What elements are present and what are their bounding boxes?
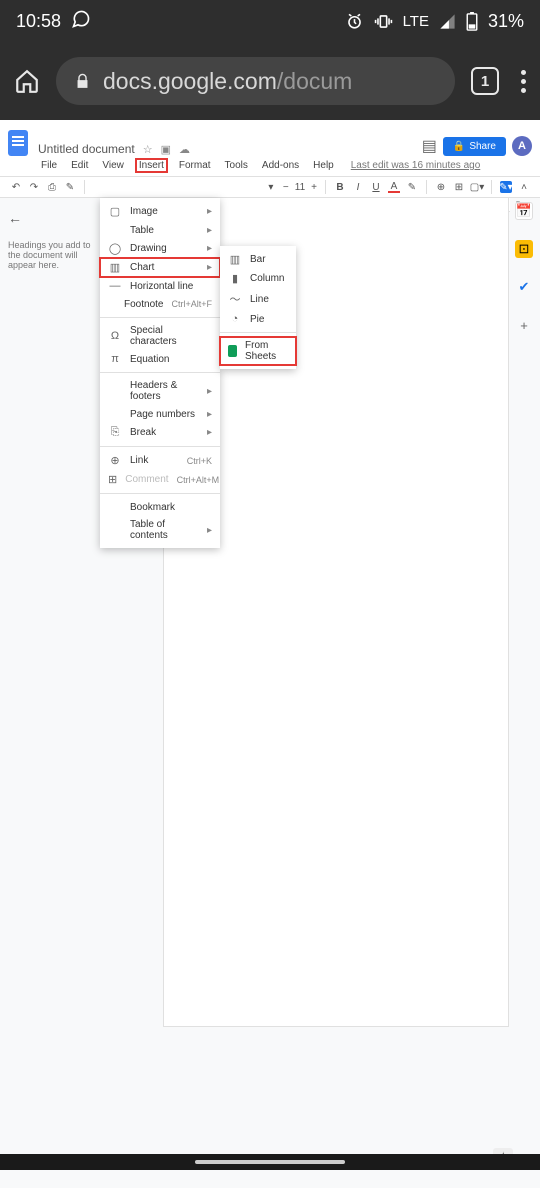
whatsapp-icon (71, 9, 91, 34)
vibrate-icon (374, 12, 393, 31)
lock-icon (74, 73, 91, 90)
android-navbar (0, 1154, 540, 1170)
outline-hint: Headings you add to the document will ap… (8, 240, 92, 270)
undo-icon[interactable]: ↶ (10, 181, 22, 193)
outline-back-icon[interactable]: ← (8, 210, 92, 226)
chrome-menu-icon[interactable] (521, 70, 526, 93)
chart-pie[interactable]: ◔Pie (220, 310, 296, 328)
print-icon[interactable]: ⎙ (46, 181, 58, 193)
insert-break[interactable]: ⎘Break▸ (100, 423, 220, 442)
textcolor-icon[interactable]: A (388, 181, 400, 193)
lock-small-icon: 🔒 (453, 141, 465, 152)
chart-column[interactable]: ▮Column (220, 269, 296, 288)
tabs-button[interactable]: 1 (471, 67, 499, 95)
insert-link[interactable]: ⊕LinkCtrl+K (100, 451, 220, 470)
signal-icon (439, 13, 456, 30)
link-icon[interactable]: ⊕ (435, 181, 447, 193)
doc-title[interactable]: Untitled document (38, 142, 135, 156)
menu-file[interactable]: File (38, 159, 60, 172)
android-statusbar: 10:58 LTE 31% (0, 0, 540, 42)
redo-icon[interactable]: ↷ (28, 181, 40, 193)
docs-logo-icon[interactable] (8, 130, 28, 156)
menu-tools[interactable]: Tools (222, 159, 251, 172)
italic-icon[interactable]: I (352, 181, 364, 193)
add-addon-icon[interactable]: + (515, 316, 533, 334)
insert-comment[interactable]: ⊞CommentCtrl+Alt+M (100, 470, 220, 489)
alarm-icon (345, 12, 364, 31)
chart-from-sheets[interactable]: From Sheets (220, 337, 296, 365)
url-field[interactable]: docs.google.com/docum (56, 57, 455, 105)
last-edit[interactable]: Last edit was 16 minutes ago (351, 160, 481, 171)
insert-image[interactable]: ▢Image▸ (100, 202, 220, 221)
zoom-dropdown[interactable]: ▾ (265, 181, 277, 193)
highlight-icon[interactable]: ✎ (406, 181, 418, 193)
tasks-icon[interactable]: ✔ (515, 278, 533, 296)
collapse-toolbar-icon[interactable]: ˄ (518, 181, 530, 193)
menu-format[interactable]: Format (176, 159, 214, 172)
insert-footnote[interactable]: FootnoteCtrl+Alt+F (100, 295, 220, 313)
docs-menubar: File Edit View Insert Format Tools Add-o… (0, 156, 540, 176)
bold-icon[interactable]: B (334, 181, 346, 193)
insert-bookmark[interactable]: Bookmark (100, 498, 220, 516)
insert-drawing[interactable]: ◯Drawing▸ (100, 239, 220, 258)
insert-table[interactable]: Table▸ (100, 221, 220, 239)
fontsize[interactable]: 11 (295, 182, 305, 193)
image-icon[interactable]: ▢▾ (471, 181, 483, 193)
insert-equation[interactable]: πEquation (100, 350, 220, 368)
insert-chart[interactable]: ▥Chart▸ (100, 258, 220, 277)
url-host: docs.google.com (103, 68, 277, 94)
editing-mode[interactable]: ✎▾ (500, 181, 512, 193)
cloud-icon: ☁ (179, 143, 190, 156)
menu-edit[interactable]: Edit (68, 159, 91, 172)
insert-horizontal-line[interactable]: —Horizontal line (100, 277, 220, 295)
fontsize-inc[interactable]: + (311, 182, 317, 193)
star-icon[interactable]: ☆ (143, 143, 153, 156)
network-label: LTE (403, 13, 429, 30)
menu-addons[interactable]: Add-ons (259, 159, 302, 172)
side-rail: 📅 ⊡ ✔ + (512, 198, 536, 334)
home-icon[interactable] (14, 68, 40, 94)
fontsize-dec[interactable]: − (283, 182, 289, 193)
menu-view[interactable]: View (99, 159, 127, 172)
workspace: ← Headings you add to the document will … (0, 198, 540, 1188)
insert-page-numbers[interactable]: Page numbers▸ (100, 405, 220, 423)
chart-submenu: ▥Bar▮Column〜Line◔Pie From Sheets (220, 246, 296, 369)
menu-help[interactable]: Help (310, 159, 337, 172)
underline-icon[interactable]: U (370, 181, 382, 193)
docs-toolbar: ↶ ↷ ⎙ ✎ ▾ − 11 + B I U A ✎ ⊕ ⊞ ▢▾ ✎▾ ˄ (0, 176, 540, 198)
battery-percent: 31% (488, 11, 524, 32)
move-icon[interactable]: ▣ (161, 143, 171, 156)
docs-header: Untitled document ☆ ▣ ☁ ▤ 🔒 Share A (0, 120, 540, 156)
paint-icon[interactable]: ✎ (64, 181, 76, 193)
insert-table-of-contents[interactable]: Table of contents▸ (100, 516, 220, 544)
clock: 10:58 (16, 11, 61, 32)
chart-bar[interactable]: ▥Bar (220, 250, 296, 269)
addcomment-icon[interactable]: ⊞ (453, 181, 465, 193)
share-button[interactable]: 🔒 Share (443, 137, 506, 156)
sheets-icon (228, 345, 237, 357)
keep-icon[interactable]: ⊡ (515, 240, 533, 258)
insert-headers-&-footers[interactable]: Headers & footers▸ (100, 377, 220, 405)
comments-icon[interactable]: ▤ (422, 136, 437, 156)
chart-line[interactable]: 〜Line (220, 288, 296, 310)
insert-special-characters[interactable]: ΩSpecial characters (100, 322, 220, 350)
menu-insert[interactable]: Insert (135, 158, 168, 173)
chrome-urlbar: docs.google.com/docum 1 (0, 42, 540, 120)
outline-panel: ← Headings you add to the document will … (0, 198, 100, 1188)
url-path: /docum (277, 68, 352, 94)
calendar-icon[interactable]: 📅 (515, 202, 533, 220)
avatar[interactable]: A (512, 136, 532, 156)
insert-menu: ▢Image▸Table▸◯Drawing▸▥Chart▸—Horizontal… (100, 198, 220, 548)
battery-icon (466, 12, 478, 31)
